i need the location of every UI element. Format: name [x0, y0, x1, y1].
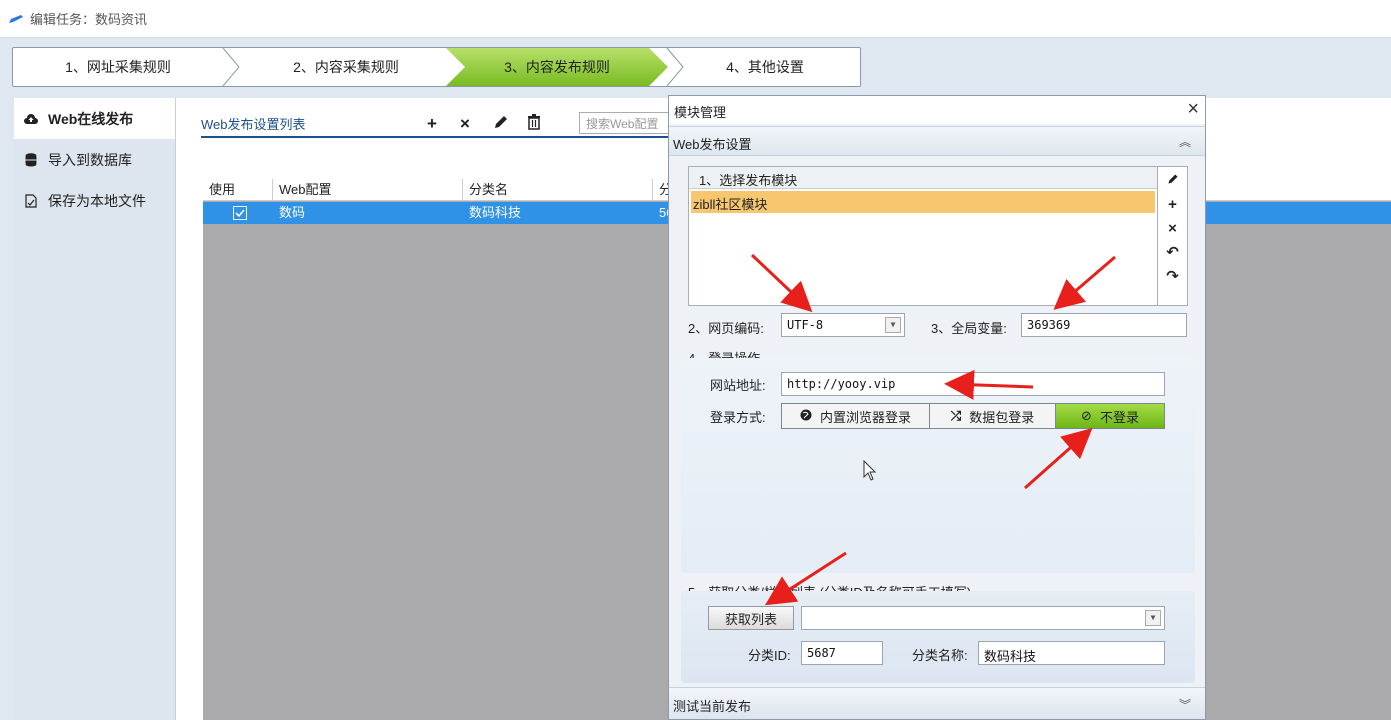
column-header-category[interactable]: 分类名	[463, 179, 653, 201]
check-icon	[235, 209, 245, 218]
module-item[interactable]: zibll社区模块	[691, 191, 1155, 213]
packet-login-button[interactable]: ⤮ 数据包登录	[930, 404, 1056, 428]
encoding-label: 2、网页编码:	[688, 321, 764, 336]
dropdown-arrow-icon[interactable]: ▼	[1145, 610, 1161, 626]
login-method-group: 内置浏览器登录 ⤮ 数据包登录 ⊘ 不登录	[781, 403, 1165, 429]
module-manager-dialog: 模块管理 × Web发布设置 ︽ 1、选择发布模块 zibll社区模块 + × …	[668, 95, 1206, 720]
category-select[interactable]: ▼	[801, 606, 1165, 630]
globe-icon	[800, 409, 812, 424]
sidebar: Web在线发布 导入到数据库 保存为本地文件	[14, 98, 176, 720]
section-title: Web发布设置	[673, 137, 752, 152]
step-url-rules[interactable]: 1、网址采集规则	[13, 48, 223, 86]
step-other-settings[interactable]: 4、其他设置	[668, 48, 860, 86]
site-url-input[interactable]: http://yooy.vip	[781, 372, 1165, 396]
category-id-input[interactable]: 5687	[801, 641, 883, 665]
dialog-titlebar: 模块管理 ×	[669, 96, 1205, 124]
add-icon[interactable]: +	[1158, 193, 1187, 217]
step-wizard: 1、网址采集规则 2、内容采集规则 3、内容发布规则 4、其他设置	[12, 47, 861, 87]
close-icon[interactable]: ×	[1187, 98, 1199, 121]
add-icon[interactable]: +	[427, 114, 437, 134]
test-publish-header[interactable]: 测试当前发布 ︾	[669, 687, 1205, 719]
button-label: 数据包登录	[969, 409, 1035, 425]
mouse-cursor-icon	[863, 460, 877, 481]
step-publish-rules[interactable]: 3、内容发布规则	[446, 48, 668, 86]
module-list: 1、选择发布模块 zibll社区模块	[688, 166, 1158, 306]
sidebar-item-label: Web在线发布	[48, 110, 134, 127]
button-label: 内置浏览器登录	[819, 409, 911, 425]
web-settings-header[interactable]: Web发布设置 ︽	[669, 126, 1205, 156]
step-label: 1、网址采集规则	[65, 59, 171, 75]
sidebar-item-label: 保存为本地文件	[48, 192, 146, 209]
step-separator	[222, 48, 240, 86]
pen-icon	[9, 14, 23, 23]
column-header-config[interactable]: Web配置	[273, 179, 463, 201]
list-title: Web发布设置列表	[201, 117, 306, 132]
sidebar-item-import-db[interactable]: 导入到数据库	[14, 139, 175, 180]
window-titlebar: 编辑任务：数码资讯	[0, 0, 1391, 38]
list-toolbar: Web发布设置列表 + × 搜索Web配置	[201, 112, 699, 138]
category-name-label: 分类名称:	[912, 648, 968, 663]
sidebar-item-web-publish[interactable]: Web在线发布	[14, 98, 175, 139]
edit-icon[interactable]	[493, 114, 509, 135]
edit-icon[interactable]	[1158, 169, 1187, 193]
module-toolbar: + × ↶ ↷	[1158, 166, 1188, 306]
cell-category: 数码科技	[469, 205, 522, 220]
encoding-value: UTF-8	[787, 318, 824, 332]
global-var-input[interactable]: 369369	[1021, 313, 1187, 337]
redo-icon[interactable]: ↷	[1158, 265, 1187, 289]
category-name-input[interactable]: 数码科技	[978, 641, 1165, 665]
category-id-label: 分类ID:	[748, 648, 791, 663]
column-header-use[interactable]: 使用	[203, 179, 273, 201]
undo-icon[interactable]: ↶	[1158, 241, 1187, 265]
module-list-header: 1、选择发布模块	[689, 167, 1157, 189]
button-label: 不登录	[1099, 409, 1139, 425]
delete-icon[interactable]: ×	[1158, 217, 1187, 241]
footer-title: 测试当前发布	[673, 699, 752, 714]
fetch-list-button[interactable]: 获取列表	[708, 606, 794, 630]
step-label: 3、内容发布规则	[504, 59, 610, 75]
dropdown-arrow-icon[interactable]: ▼	[885, 317, 901, 333]
login-method-label: 登录方式:	[710, 410, 766, 425]
cell-config: 数码	[279, 205, 306, 220]
database-icon	[24, 152, 38, 167]
site-url-label: 网站地址:	[710, 378, 766, 393]
sidebar-item-label: 导入到数据库	[48, 151, 132, 168]
chevron-up-icon[interactable]: ︽	[1179, 133, 1191, 150]
dialog-title: 模块管理	[674, 105, 727, 120]
category-panel	[681, 591, 1195, 683]
step-separator	[666, 48, 684, 86]
shuffle-icon: ⤮	[950, 408, 962, 423]
browser-login-button[interactable]: 内置浏览器登录	[782, 404, 930, 428]
use-checkbox[interactable]	[233, 206, 247, 220]
window-title: 编辑任务：数码资讯	[30, 12, 148, 27]
global-var-label: 3、全局变量:	[931, 321, 1007, 336]
step-content-rules[interactable]: 2、内容采集规则	[235, 48, 457, 86]
delete-icon[interactable]: ×	[460, 114, 470, 134]
file-icon	[24, 193, 38, 208]
encoding-select[interactable]: UTF-8 ▼	[781, 313, 905, 337]
no-login-button[interactable]: ⊘ 不登录	[1056, 404, 1164, 428]
step-label: 4、其他设置	[726, 59, 804, 75]
chevron-down-icon[interactable]: ︾	[1179, 696, 1191, 713]
trash-icon[interactable]	[527, 114, 541, 135]
ban-icon: ⊘	[1081, 408, 1092, 423]
cloud-upload-icon	[24, 112, 38, 126]
sidebar-item-save-local[interactable]: 保存为本地文件	[14, 180, 175, 221]
step-label: 2、内容采集规则	[293, 59, 399, 75]
